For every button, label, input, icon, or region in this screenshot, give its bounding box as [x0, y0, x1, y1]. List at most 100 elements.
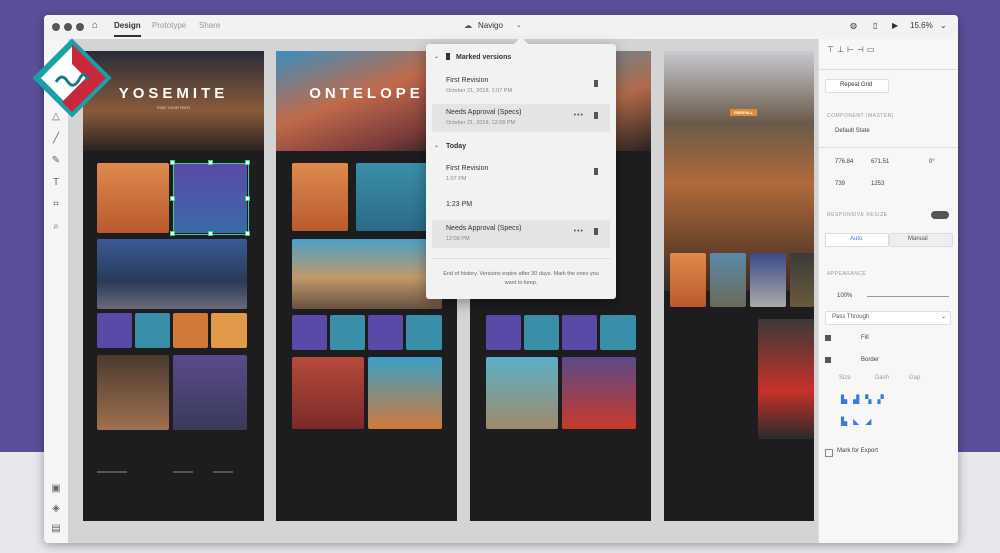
resize-handle[interactable] [245, 231, 250, 236]
export-checkbox[interactable] [825, 449, 833, 457]
tile-2[interactable] [135, 313, 170, 348]
card-photo-1[interactable] [97, 355, 169, 430]
version-item[interactable]: First Revision 1:07 PM [432, 160, 610, 188]
resize-handle[interactable] [208, 231, 213, 236]
card-mountain[interactable] [292, 239, 442, 309]
thumb-1[interactable] [670, 253, 706, 307]
border-label: Border [861, 357, 880, 363]
tile-4[interactable] [600, 315, 636, 350]
tile-4[interactable] [211, 313, 247, 348]
minimize-window-button[interactable] [64, 23, 72, 31]
more-icon[interactable]: ••• [574, 112, 584, 119]
bookmark-icon[interactable] [594, 168, 598, 175]
thumb-3[interactable] [750, 253, 786, 307]
home-icon[interactable]: ⌂ [92, 20, 98, 31]
close-window-button[interactable] [52, 23, 60, 31]
zoom-tool-icon[interactable]: ⌕ [50, 221, 62, 233]
device-preview-icon[interactable]: ▯ [873, 21, 877, 30]
today-header: Today [446, 143, 467, 150]
collapse-chevron-icon[interactable]: ⌄ [434, 142, 439, 149]
tile-3[interactable] [368, 315, 403, 350]
y-field[interactable]: 1253 [871, 181, 884, 187]
play-icon[interactable]: ▶ [892, 21, 898, 30]
manual-button[interactable]: Manual [889, 233, 953, 247]
resize-handle[interactable] [170, 231, 175, 236]
zoom-level[interactable]: 15.6% [910, 21, 933, 30]
divider [819, 69, 958, 70]
card-orange[interactable] [292, 163, 348, 231]
resize-handle[interactable] [170, 196, 175, 201]
default-state-label[interactable]: Default State [835, 128, 870, 134]
tile-1[interactable] [97, 313, 132, 348]
bookmark-icon[interactable] [594, 228, 598, 235]
version-item[interactable]: First Revision October 21, 2018, 1:07 PM [432, 72, 610, 100]
version-item[interactable]: Needs Approval (Specs) October 21, 2018,… [432, 104, 610, 132]
tile-1[interactable] [486, 315, 521, 350]
border-checkbox[interactable] [825, 357, 831, 363]
resize-handle[interactable] [170, 160, 175, 165]
tile-4[interactable] [406, 315, 442, 350]
chevron-down-icon[interactable]: ⌄ [516, 21, 522, 29]
fill-checkbox[interactable] [825, 335, 831, 341]
align-icons[interactable]: ⊤⊥⊢⊣▭ [827, 45, 877, 54]
tab-prototype[interactable]: Prototype [152, 21, 186, 30]
tile-2[interactable] [330, 315, 365, 350]
card-photo-1[interactable] [292, 357, 364, 429]
auto-button[interactable]: Auto [825, 233, 889, 247]
width-field[interactable]: 776.84 [835, 159, 853, 165]
text-tool-icon[interactable]: T [50, 177, 62, 189]
bookmark-icon[interactable] [594, 80, 598, 87]
marked-versions-header: Marked versions [456, 54, 512, 61]
thumb-2[interactable] [710, 253, 746, 307]
card-photo-2[interactable] [562, 357, 636, 429]
hiker-photo[interactable] [758, 319, 814, 439]
height-field[interactable]: 739 [835, 181, 845, 187]
resize-handle[interactable] [208, 160, 213, 165]
more-icon[interactable]: ••• [574, 228, 584, 235]
card-orange[interactable] [97, 163, 169, 233]
appearance-title: APPEARANCE [827, 271, 867, 277]
document-title[interactable]: Navigo [478, 21, 503, 30]
opacity-slider[interactable] [867, 296, 949, 297]
tab-share[interactable]: Share [199, 21, 220, 30]
xd-window: ⌂ Design Prototype Share ☁ Navigo ⌄ ◍ ▯ … [44, 15, 958, 543]
card-mountain[interactable] [97, 239, 247, 309]
thumb-4[interactable] [790, 253, 814, 307]
collapse-chevron-icon[interactable]: ⌄ [434, 53, 439, 60]
tile-3[interactable] [562, 315, 597, 350]
plugins-icon[interactable]: ▤ [50, 523, 62, 535]
rotation-field[interactable]: 0° [929, 159, 935, 165]
card-photo-2[interactable] [368, 357, 442, 429]
card-photo-1[interactable] [486, 357, 558, 429]
version-item[interactable]: Needs Approval (Specs) 12:08 PM ••• [432, 220, 610, 248]
artboard-yosemite[interactable]: YOSEMITE FIND YOUR PATH [83, 51, 264, 521]
user-icon[interactable]: ◍ [850, 21, 857, 30]
responsive-toggle[interactable] [931, 211, 949, 219]
stroke-join-icons[interactable]: ▙▟▚▞ [841, 395, 890, 404]
version-time[interactable]: 1:23 PM [446, 201, 472, 208]
line-tool-icon[interactable]: ╱ [50, 133, 62, 145]
zoom-window-button[interactable] [76, 23, 84, 31]
artboard-firefall[interactable]: FIREFALL [664, 51, 814, 521]
zoom-chevron-icon[interactable]: ⌄ [940, 21, 947, 30]
assets-icon[interactable]: ▣ [50, 483, 62, 495]
layers-icon[interactable]: ◈ [50, 503, 62, 515]
component-section-title: COMPONENT (MASTER) [827, 113, 894, 119]
blend-mode-select[interactable]: Pass Through ⌄ [825, 311, 951, 325]
repeat-grid-button[interactable]: Repeat Grid [825, 79, 889, 93]
tile-3[interactable] [173, 313, 208, 348]
tile-2[interactable] [524, 315, 559, 350]
divider [819, 147, 958, 148]
resize-handle[interactable] [245, 196, 250, 201]
bookmark-icon[interactable] [594, 112, 598, 119]
gap-label: Gap [909, 375, 921, 381]
x-field[interactable]: 671.51 [871, 159, 889, 165]
tab-design[interactable]: Design [114, 21, 141, 37]
tile-1[interactable] [292, 315, 327, 350]
opacity-field[interactable]: 100% [837, 293, 852, 299]
stroke-cap-icons[interactable]: ▙◣◢ [841, 417, 877, 426]
artboard-tool-icon[interactable]: ⌗ [50, 199, 62, 211]
resize-handle[interactable] [245, 160, 250, 165]
pen-tool-icon[interactable]: ✎ [50, 155, 62, 167]
card-photo-2[interactable] [173, 355, 247, 430]
